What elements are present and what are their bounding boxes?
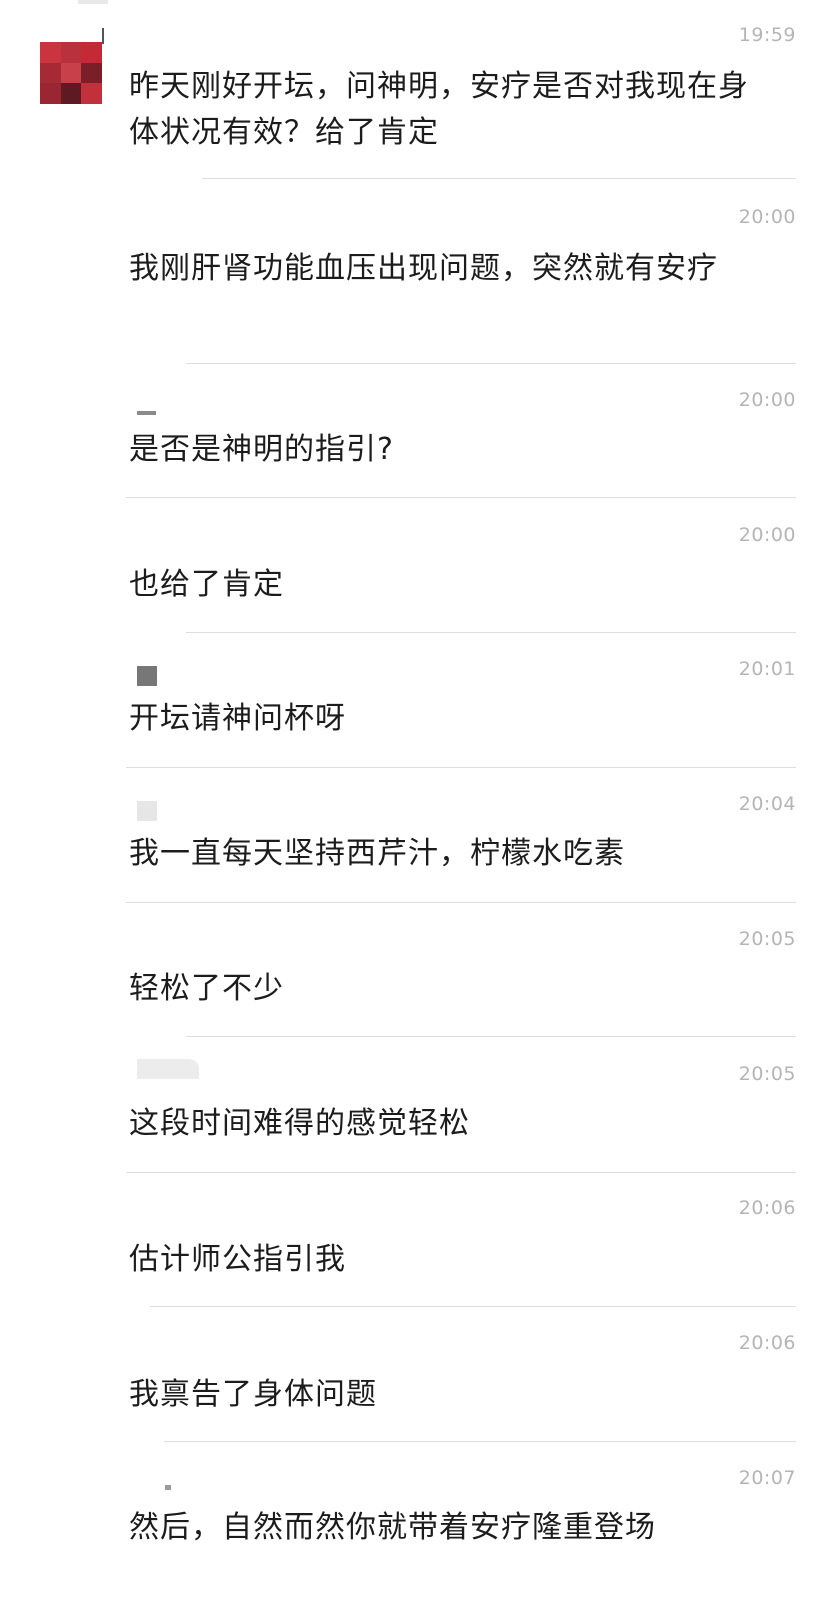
message-timestamp: 20:05 xyxy=(738,1063,796,1085)
cropped-previous-message-edge xyxy=(78,0,108,4)
chat-message: 20:01 开坛请神问杯呀 xyxy=(0,658,828,770)
message-divider xyxy=(186,363,796,364)
message-text[interactable]: 昨天刚好开坛，问神明，安疗是否对我现在身体状况有效？给了肯定 xyxy=(129,64,769,156)
chat-message: 20:04 我一直每天坚持西芹汁，柠檬水吃素 xyxy=(0,793,828,905)
chat-message: 20:06 估计师公指引我 xyxy=(0,1197,828,1309)
message-divider xyxy=(164,1441,796,1442)
message-text[interactable]: 开坛请神问杯呀 xyxy=(129,696,769,742)
message-text[interactable]: 我刚肝肾功能血压出现问题，突然就有安疗 xyxy=(129,246,769,292)
chat-message: 20:00 我刚肝肾功能血压出现问题，突然就有安疗 xyxy=(0,206,828,366)
message-text[interactable]: 我禀告了身体问题 xyxy=(129,1372,769,1418)
message-text[interactable]: 轻松了不少 xyxy=(129,966,769,1012)
message-timestamp: 20:00 xyxy=(738,206,796,228)
message-timestamp: 20:06 xyxy=(738,1332,796,1354)
chat-message: 20:00 也给了肯定 xyxy=(0,524,828,636)
redacted-name-mark xyxy=(137,666,157,686)
message-text[interactable]: 估计师公指引我 xyxy=(129,1237,769,1283)
redacted-name-mark xyxy=(137,801,157,821)
message-timestamp: 20:07 xyxy=(738,1467,796,1489)
redacted-name-mark xyxy=(137,1059,199,1079)
message-timestamp: 20:00 xyxy=(738,524,796,546)
chat-message: 20:00 是否是神明的指引? xyxy=(0,389,828,501)
message-text[interactable]: 我一直每天坚持西芹汁，柠檬水吃素 xyxy=(129,831,769,877)
message-timestamp: 19:59 xyxy=(738,24,796,46)
redacted-name-mark xyxy=(165,1485,171,1490)
chat-message: 20:06 我禀告了身体问题 xyxy=(0,1332,828,1444)
chat-message: 20:05 这段时间难得的感觉轻松 xyxy=(0,1059,828,1175)
message-divider xyxy=(126,902,796,903)
message-text[interactable]: 是否是神明的指引? xyxy=(129,427,769,473)
message-text[interactable]: 也给了肯定 xyxy=(129,562,769,608)
message-timestamp: 20:05 xyxy=(738,928,796,950)
redacted-name-mark xyxy=(137,411,156,415)
message-text[interactable]: 然后，自然而然你就带着安疗隆重登场 xyxy=(129,1505,769,1551)
message-text[interactable]: 这段时间难得的感觉轻松 xyxy=(129,1101,769,1147)
message-timestamp: 20:04 xyxy=(738,793,796,815)
message-divider xyxy=(126,1172,796,1173)
message-timestamp: 20:06 xyxy=(738,1197,796,1219)
message-timestamp: 20:00 xyxy=(738,389,796,411)
message-divider xyxy=(202,178,796,179)
message-divider xyxy=(126,767,796,768)
message-divider xyxy=(150,1306,796,1307)
chat-message: 19:59 昨天刚好开坛，问神明，安疗是否对我现在身体状况有效？给了肯定 xyxy=(0,22,828,182)
message-divider xyxy=(186,1036,796,1037)
chat-message: 20:07 然后，自然而然你就带着安疗隆重登场 xyxy=(0,1467,828,1579)
message-divider xyxy=(186,632,796,633)
message-divider xyxy=(126,497,796,498)
message-timestamp: 20:01 xyxy=(738,658,796,680)
chat-message: 20:05 轻松了不少 xyxy=(0,928,828,1040)
